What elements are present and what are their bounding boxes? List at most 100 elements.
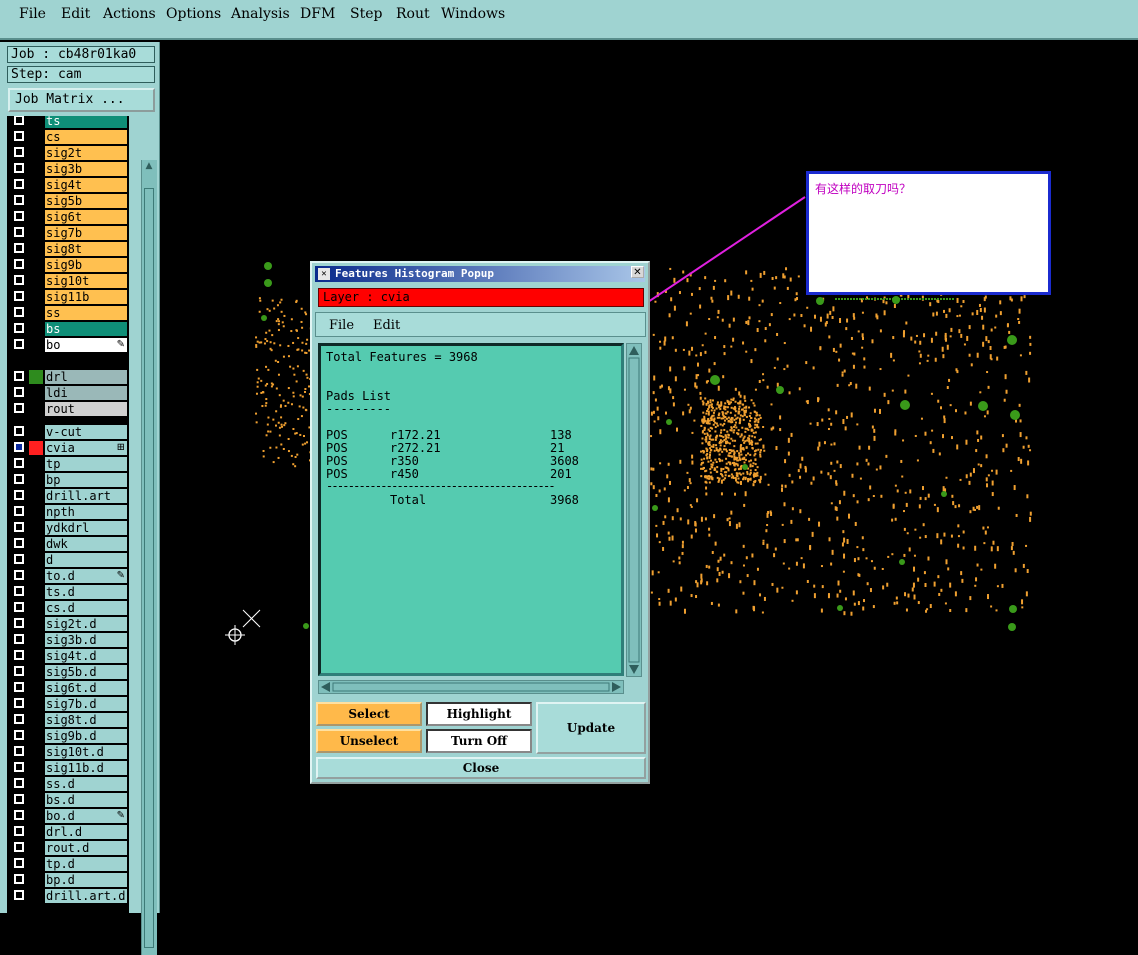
layer-checkbox[interactable] bbox=[14, 826, 24, 836]
layer-name[interactable]: v-cut bbox=[45, 425, 127, 439]
layer-row-ss-d[interactable]: ss.d bbox=[7, 776, 129, 792]
layer-row-v-cut[interactable]: v-cut bbox=[7, 424, 129, 440]
layer-row-sig8t-d[interactable]: sig8t.d bbox=[7, 712, 129, 728]
layer-row-sig3b-d[interactable]: sig3b.d bbox=[7, 632, 129, 648]
layer-checkbox[interactable] bbox=[14, 211, 24, 221]
update-button[interactable]: Update bbox=[536, 702, 646, 754]
layer-name[interactable]: ts.d bbox=[45, 585, 127, 599]
layer-name[interactable]: tp.d bbox=[45, 857, 127, 871]
layer-row-cs[interactable]: cs bbox=[7, 129, 129, 145]
layer-row-bs-d[interactable]: bs.d bbox=[7, 792, 129, 808]
layer-checkbox[interactable] bbox=[14, 746, 24, 756]
close-icon[interactable]: ✕ bbox=[631, 266, 644, 278]
layer-checkbox[interactable] bbox=[14, 506, 24, 516]
layer-name[interactable]: drill.art bbox=[45, 489, 127, 503]
layer-list-scrollbar[interactable]: ▲ bbox=[141, 160, 157, 955]
layer-name[interactable]: d bbox=[45, 553, 127, 567]
layer-checkbox[interactable] bbox=[14, 291, 24, 301]
layer-checkbox[interactable] bbox=[14, 890, 24, 900]
layer-name[interactable]: sig7b bbox=[45, 226, 127, 240]
layer-row-sig4t[interactable]: sig4t bbox=[7, 177, 129, 193]
select-button[interactable]: Select bbox=[316, 702, 422, 726]
scroll-down-arrow-icon[interactable] bbox=[629, 665, 639, 674]
layer-row-drl[interactable]: drl bbox=[7, 369, 129, 385]
layer-name[interactable]: sig9b.d bbox=[45, 729, 127, 743]
layer-checkbox[interactable] bbox=[14, 131, 24, 141]
layer-row-to-d[interactable]: to.d ✎ bbox=[7, 568, 129, 584]
popup-menu-file[interactable]: File bbox=[329, 318, 354, 333]
menu-analysis[interactable]: Analysis bbox=[231, 6, 290, 22]
layer-checkbox[interactable] bbox=[14, 666, 24, 676]
layer-row-sig4t-d[interactable]: sig4t.d bbox=[7, 648, 129, 664]
layer-name[interactable]: bo.d bbox=[45, 809, 127, 823]
layer-name[interactable]: ldi bbox=[45, 386, 127, 400]
layer-row-sig11b-d[interactable]: sig11b.d bbox=[7, 760, 129, 776]
popup-title-bar[interactable]: ✕ Features Histogram Popup bbox=[315, 266, 645, 282]
layer-row-bp[interactable]: bp bbox=[7, 472, 129, 488]
layer-row-rout[interactable]: rout bbox=[7, 401, 129, 417]
layer-checkbox[interactable] bbox=[14, 371, 24, 381]
layer-name[interactable]: cs bbox=[45, 130, 127, 144]
layer-name[interactable]: bo bbox=[45, 338, 127, 352]
close-button[interactable]: Close bbox=[316, 757, 646, 779]
layer-name[interactable]: drl bbox=[45, 370, 127, 384]
layer-name[interactable]: sig3b bbox=[45, 162, 127, 176]
layer-checkbox[interactable] bbox=[14, 618, 24, 628]
layer-checkbox[interactable] bbox=[14, 403, 24, 413]
layer-row-sig2t[interactable]: sig2t bbox=[7, 145, 129, 161]
scroll-left-arrow-icon[interactable] bbox=[321, 682, 330, 692]
layer-name[interactable]: sig7b.d bbox=[45, 697, 127, 711]
layer-row-bp-d[interactable]: bp.d bbox=[7, 872, 129, 888]
layer-row-bo[interactable]: bo ✎ bbox=[7, 337, 129, 353]
layer-name[interactable]: sig4t bbox=[45, 178, 127, 192]
layer-checkbox[interactable] bbox=[14, 458, 24, 468]
layer-checkbox[interactable] bbox=[14, 275, 24, 285]
menu-step[interactable]: Step bbox=[350, 6, 382, 22]
layer-checkbox[interactable] bbox=[14, 698, 24, 708]
layer-name[interactable]: bs bbox=[45, 322, 127, 336]
layer-name[interactable]: npth bbox=[45, 505, 127, 519]
layer-checkbox[interactable] bbox=[14, 339, 24, 349]
layer-name[interactable]: sig4t.d bbox=[45, 649, 127, 663]
layer-name[interactable]: bp bbox=[45, 473, 127, 487]
layer-checkbox[interactable] bbox=[14, 586, 24, 596]
layer-row-dwk[interactable]: dwk bbox=[7, 536, 129, 552]
job-matrix-button[interactable]: Job Matrix ... bbox=[8, 88, 155, 112]
layer-name[interactable]: sig2t bbox=[45, 146, 127, 160]
layer-row-cvia[interactable]: cvia ⊞ bbox=[7, 440, 129, 456]
layer-name[interactable]: ss bbox=[45, 306, 127, 320]
layer-checkbox[interactable] bbox=[14, 762, 24, 772]
layer-name[interactable]: ydkdrl bbox=[45, 521, 127, 535]
layer-row-rout-d[interactable]: rout.d bbox=[7, 840, 129, 856]
layer-row-ts-d[interactable]: ts.d bbox=[7, 584, 129, 600]
layer-row-sig6t[interactable]: sig6t bbox=[7, 209, 129, 225]
layer-name[interactable]: sig2t.d bbox=[45, 617, 127, 631]
menu-windows[interactable]: Windows bbox=[441, 6, 505, 22]
layer-name[interactable]: sig3b.d bbox=[45, 633, 127, 647]
layer-row-npth[interactable]: npth bbox=[7, 504, 129, 520]
layer-checkbox[interactable] bbox=[14, 794, 24, 804]
popup-menu-edit[interactable]: Edit bbox=[373, 318, 400, 333]
layer-color-swatch[interactable] bbox=[29, 441, 43, 455]
layer-checkbox[interactable] bbox=[14, 874, 24, 884]
layer-checkbox[interactable] bbox=[14, 602, 24, 612]
layer-checkbox[interactable] bbox=[14, 426, 24, 436]
text-horizontal-scrollbar[interactable] bbox=[318, 680, 624, 694]
layer-checkbox[interactable] bbox=[14, 522, 24, 532]
layer-checkbox[interactable] bbox=[14, 147, 24, 157]
layer-checkbox[interactable] bbox=[14, 730, 24, 740]
layer-name[interactable]: rout bbox=[45, 402, 127, 416]
menu-rout[interactable]: Rout bbox=[396, 6, 430, 22]
layer-row-sig3b[interactable]: sig3b bbox=[7, 161, 129, 177]
layer-name[interactable]: cs.d bbox=[45, 601, 127, 615]
scroll-up-arrow-icon[interactable] bbox=[629, 346, 639, 355]
layer-row-sig9b[interactable]: sig9b bbox=[7, 257, 129, 273]
layer-checkbox[interactable] bbox=[14, 778, 24, 788]
layer-name[interactable]: bs.d bbox=[45, 793, 127, 807]
layer-checkbox[interactable] bbox=[14, 554, 24, 564]
layer-checkbox[interactable] bbox=[14, 442, 24, 452]
layer-name[interactable]: bp.d bbox=[45, 873, 127, 887]
layer-checkbox[interactable] bbox=[14, 227, 24, 237]
layer-row-sig9b-d[interactable]: sig9b.d bbox=[7, 728, 129, 744]
layer-row-cs-d[interactable]: cs.d bbox=[7, 600, 129, 616]
